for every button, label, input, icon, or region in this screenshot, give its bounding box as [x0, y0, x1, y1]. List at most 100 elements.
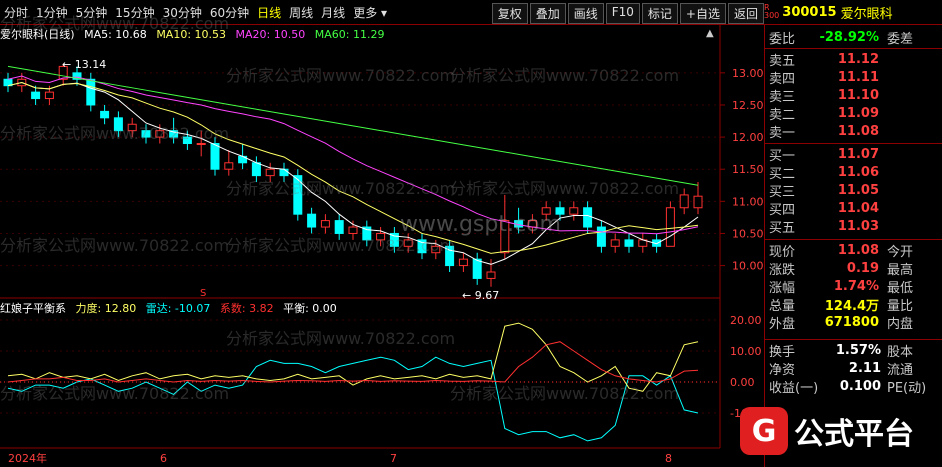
- candle-body: [500, 220, 510, 254]
- site-logo: G 公式平台: [740, 402, 930, 460]
- candle-body: [265, 168, 275, 177]
- ma10-label: MA10: 10.53: [156, 28, 227, 41]
- stats-list: 现价 11.08 今开 涨跌 0.19 最高 涨幅 1.74% 最低 总量 124.4万 量比 外盘 67…: [765, 239, 942, 334]
- candle-body: [679, 194, 689, 209]
- s-mark: S: [200, 288, 206, 299]
- candle-body: [251, 162, 261, 177]
- x-axis-label: 6: [160, 452, 167, 465]
- chart-title: 爱尔眼科(日线): [0, 28, 75, 41]
- stats2-row: 收益(一) 0.100 PE(动): [769, 379, 927, 396]
- logo-icon: G: [740, 407, 788, 455]
- stats-row: 涨跌 0.19 最高: [769, 261, 914, 278]
- candle-body: [320, 220, 330, 228]
- bids-row: 买五 11.03: [769, 219, 879, 236]
- y-tick-label: 13.00: [732, 67, 764, 80]
- xi-line: [7, 341, 699, 383]
- candle-body: [596, 226, 606, 247]
- candle-body: [127, 123, 137, 132]
- stats-row: 现价 11.08 今开: [769, 243, 914, 260]
- stock-name: 爱尔眼科: [840, 6, 893, 22]
- candle-body: [624, 239, 634, 247]
- r-badge: R 300: [764, 3, 780, 20]
- candle-body: [31, 91, 41, 100]
- stats2-row: 净资 2.11 流通: [769, 361, 914, 378]
- candle-body: [224, 162, 234, 170]
- low-mark: ← 9.67: [462, 289, 499, 302]
- x-axis-label: 7: [390, 452, 397, 465]
- indicator-name: 红娘子平衡系: [0, 302, 66, 315]
- ma20-line: [7, 75, 699, 235]
- asks-row: 卖一 11.08: [769, 124, 879, 141]
- candle-body: [527, 220, 537, 228]
- bid-list: 买一 11.07 买二 11.06 买三 11.05 买四 11.04 买五 11.03: [765, 143, 942, 238]
- candle-body: [196, 143, 206, 146]
- ask-list: 卖五 11.12 卖四 11.11 卖三 11.10 卖二 11.09 卖一 11.08: [765, 48, 942, 143]
- candle-body: [376, 232, 386, 241]
- y-tick-label: 11.00: [732, 195, 764, 208]
- quote-panel: 委比 -28.92% 委差 卖五 11.12 卖四 11.11 卖三 11.10 卖二 11.…: [764, 25, 942, 467]
- ma-legend: 爱尔眼科(日线) MA5: 10.68 MA10: 10.53 MA20: 10…: [0, 26, 390, 42]
- ind-tick-label: 0.00: [730, 376, 755, 389]
- ind-tick-label: 20.00: [730, 314, 762, 327]
- ma20-label: MA20: 10.50: [235, 28, 306, 41]
- candle-body: [610, 239, 620, 247]
- bids-row: 买二 11.06: [769, 165, 879, 182]
- high-mark: ← 13.14: [62, 58, 106, 71]
- weibi-row: 委比 -28.92% 委差: [769, 30, 914, 47]
- candle-body: [307, 213, 317, 228]
- lei-line: [7, 356, 699, 442]
- ind-tick-label: 10.00: [730, 345, 762, 358]
- logo-text: 公式平台: [794, 417, 914, 452]
- candle-body: [348, 226, 358, 234]
- indicator-li: 力度: 12.80: [75, 302, 137, 315]
- candle-body: [541, 207, 551, 215]
- asks-row: 卖二 11.09: [769, 106, 879, 123]
- asks-row: 卖五 11.12: [769, 52, 879, 69]
- y-tick-label: 10.00: [732, 260, 764, 273]
- y-tick-label: 10.50: [732, 227, 764, 240]
- stock-header: R 300 300015 爱尔眼科: [764, 2, 942, 22]
- scroll-up-icon[interactable]: ▲: [706, 28, 714, 39]
- candle-body: [113, 117, 123, 132]
- candle-body: [141, 130, 151, 138]
- candle-body: [182, 136, 192, 145]
- candle-body: [403, 239, 413, 247]
- ma60-line: [7, 65, 699, 186]
- asks-row: 卖三 11.10: [769, 88, 879, 105]
- indicator-xi: 系数: 3.82: [219, 302, 274, 315]
- stats2-row: 换手 1.57% 股本: [769, 343, 914, 360]
- ma5-label: MA5: 10.68: [84, 28, 147, 41]
- candle-body: [583, 207, 593, 228]
- candle-body: [693, 195, 703, 209]
- candle-body: [334, 220, 344, 234]
- indicator-legend: 红娘子平衡系 力度: 12.80 雷达: -10.07 系数: 3.82 平衡:…: [0, 300, 343, 316]
- stats2-list: 换手 1.57% 股本 净资 2.11 流通 收益(一) 0.100 PE(动): [765, 339, 942, 400]
- stock-code: 300015: [782, 4, 837, 20]
- candle-body: [555, 207, 565, 215]
- bids-row: 买一 11.07: [769, 147, 879, 164]
- y-tick-label: 12.50: [732, 99, 764, 112]
- asks-row: 卖四 11.11: [769, 70, 879, 87]
- stats-row: 总量 124.4万 量比: [769, 299, 914, 314]
- candle-body: [44, 91, 54, 100]
- candle-body: [486, 271, 496, 279]
- kline-chart[interactable]: 13.00 12.50 12.00 11.50 11.00 10.50 10.00 20.00…: [0, 0, 764, 467]
- bids-row: 买三 11.05: [769, 183, 879, 200]
- candle-body: [210, 143, 220, 170]
- bids-row: 买四 11.04: [769, 201, 879, 218]
- candle-body: [279, 168, 289, 177]
- candle-body: [458, 258, 468, 267]
- y-tick-label: 12.00: [732, 131, 764, 144]
- candle-body: [665, 207, 675, 247]
- indicator-ping: 平衡: 0.00: [283, 302, 337, 315]
- candle-body: [100, 110, 110, 119]
- candle-body: [431, 245, 441, 254]
- ma60-label: MA60: 11.29: [314, 28, 385, 41]
- stats-row: 涨幅 1.74% 最低: [769, 279, 914, 296]
- x-axis-label: 8: [665, 452, 672, 465]
- candle-body: [86, 78, 96, 106]
- candle-body: [569, 207, 579, 215]
- stats-row: 外盘 671800 内盘: [769, 315, 914, 332]
- y-tick-label: 11.50: [732, 163, 764, 176]
- candle-body: [155, 130, 165, 138]
